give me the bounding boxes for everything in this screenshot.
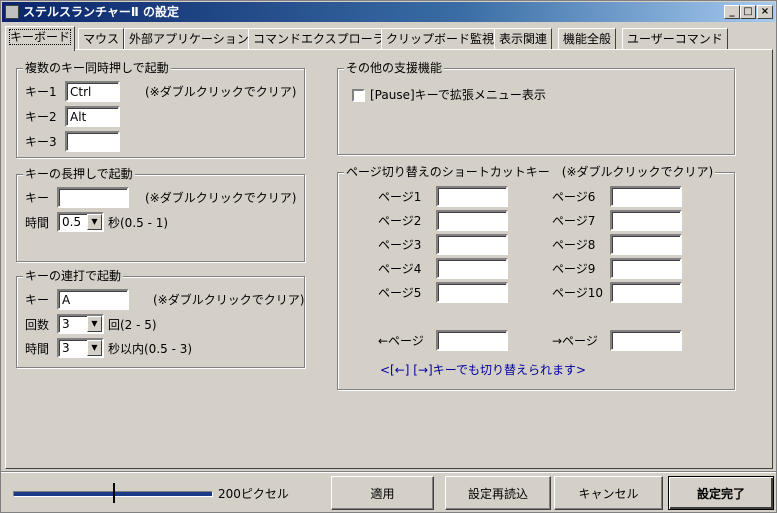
key3-label: キー3: [25, 135, 57, 149]
tab-external-apps[interactable]: 外部アプリケーション: [124, 28, 254, 50]
tab-display[interactable]: 表示関連: [494, 28, 553, 50]
page6-label: ページ6: [552, 190, 596, 204]
chevron-down-icon[interactable]: ▼: [87, 340, 102, 356]
page2-label: ページ2: [378, 214, 422, 228]
tab-keyboard[interactable]: キーボード: [5, 26, 76, 51]
page9-field[interactable]: [610, 258, 682, 279]
prev-page-label: ←ページ: [378, 334, 424, 348]
long-press-key-field[interactable]: [57, 187, 129, 208]
maximize-button[interactable]: □: [740, 5, 756, 19]
title-bar: ステルスランチャーⅡ の設定 _ □ ×: [2, 2, 775, 22]
cancel-button[interactable]: キャンセル: [554, 476, 663, 510]
multi-key-title: 複数のキー同時押しで起動: [23, 61, 171, 75]
rapid-press-note: (※ダブルクリックでクリア): [153, 293, 305, 307]
arrow-key-hint: <[←] [→]キーでも切り替えられます>: [380, 363, 587, 377]
tab-command-explorer[interactable]: コマンドエクスプローラ: [248, 28, 390, 50]
prev-page-field[interactable]: [436, 330, 508, 351]
multi-key-group: 複数のキー同時押しで起動 キー1 Ctrl (※ダブルクリックでクリア) キー2…: [16, 61, 305, 158]
tab-clipboard[interactable]: クリップボード監視: [381, 28, 500, 50]
page3-field[interactable]: [436, 234, 508, 255]
next-page-field[interactable]: [610, 330, 682, 351]
page2-field[interactable]: [436, 210, 508, 231]
tab-mouse[interactable]: マウス: [78, 28, 125, 50]
long-press-group: キーの長押しで起動 キー (※ダブルクリックでクリア) 時間 0.5 ▼ 秒(0…: [16, 167, 305, 262]
rapid-press-time-value: 3: [62, 341, 70, 355]
app-icon: [5, 5, 19, 19]
key1-label: キー1: [25, 85, 57, 99]
page6-field[interactable]: [610, 186, 682, 207]
page8-field[interactable]: [610, 234, 682, 255]
minimize-button[interactable]: _: [724, 5, 740, 19]
width-slider-thumb[interactable]: [113, 483, 115, 503]
apply-button[interactable]: 適用: [331, 476, 434, 510]
long-press-note: (※ダブルクリックでクリア): [145, 191, 297, 205]
page-shortcut-group: ページ切り替えのショートカットキー (※ダブルクリックでクリア) ページ1 ペー…: [337, 165, 735, 390]
page9-label: ページ9: [552, 262, 596, 276]
page4-field[interactable]: [436, 258, 508, 279]
rapid-press-group: キーの連打で起動 キー A (※ダブルクリックでクリア) 回数 3 ▼ 回(2 …: [16, 269, 305, 368]
long-press-time-label: 時間: [25, 216, 50, 230]
tab-general[interactable]: 機能全般: [558, 28, 617, 50]
page7-label: ページ7: [552, 214, 596, 228]
page3-label: ページ3: [378, 238, 422, 252]
window-title: ステルスランチャーⅡ の設定: [23, 5, 179, 19]
rapid-press-key-label: キー: [25, 293, 50, 307]
page8-label: ページ8: [552, 238, 596, 252]
page7-field[interactable]: [610, 210, 682, 231]
next-page-label: →ページ: [552, 334, 598, 348]
rapid-press-count-select[interactable]: 3 ▼: [57, 314, 104, 334]
rapid-press-time-unit: 秒以内(0.5 - 3): [108, 342, 193, 356]
settings-window: ステルスランチャーⅡ の設定 _ □ × キーボード マウス 外部アプリケーショ…: [0, 0, 777, 513]
rapid-press-count-value: 3: [62, 317, 70, 331]
tab-panel-keyboard: 複数のキー同時押しで起動 キー1 Ctrl (※ダブルクリックでクリア) キー2…: [5, 49, 773, 469]
long-press-key-label: キー: [25, 191, 50, 205]
tab-user-command[interactable]: ユーザーコマンド: [622, 28, 728, 50]
rapid-press-key-field[interactable]: A: [57, 289, 129, 310]
key3-field[interactable]: [65, 131, 120, 152]
other-features-title: その他の支援機能: [344, 61, 445, 75]
pause-menu-label[interactable]: [Pause]キーで拡張メニュー表示: [370, 87, 546, 103]
ok-button[interactable]: 設定完了: [668, 476, 774, 510]
width-slider-value: 200ピクセル: [218, 487, 289, 501]
chevron-down-icon[interactable]: ▼: [87, 316, 102, 332]
long-press-title: キーの長押しで起動: [23, 167, 135, 181]
key2-field[interactable]: Alt: [65, 106, 120, 127]
chevron-down-icon[interactable]: ▼: [87, 214, 102, 230]
other-features-group: その他の支援機能 [Pause]キーで拡張メニュー表示: [337, 61, 735, 155]
page-shortcut-title: ページ切り替えのショートカットキー (※ダブルクリックでクリア): [344, 165, 716, 179]
multi-key-note: (※ダブルクリックでクリア): [145, 85, 297, 99]
tab-keyboard-label: キーボード: [8, 29, 72, 45]
key2-label: キー2: [25, 110, 57, 124]
reload-button[interactable]: 設定再読込: [445, 476, 551, 510]
page1-field[interactable]: [436, 186, 508, 207]
rapid-press-time-select[interactable]: 3 ▼: [57, 338, 104, 358]
close-button[interactable]: ×: [757, 5, 773, 19]
long-press-time-select[interactable]: 0.5 ▼: [57, 212, 104, 232]
page4-label: ページ4: [378, 262, 422, 276]
rapid-press-time-label: 時間: [25, 342, 50, 356]
page5-label: ページ5: [378, 286, 422, 300]
rapid-press-count-label: 回数: [25, 318, 50, 332]
page1-label: ページ1: [378, 190, 422, 204]
footer-separator: [1, 471, 776, 473]
rapid-press-title: キーの連打で起動: [23, 269, 124, 283]
long-press-time-unit: 秒(0.5 - 1): [108, 216, 169, 230]
page10-field[interactable]: [610, 282, 682, 303]
pause-menu-checkbox[interactable]: [352, 89, 365, 102]
key1-field[interactable]: Ctrl: [65, 81, 120, 102]
long-press-time-value: 0.5: [62, 215, 82, 229]
rapid-press-count-unit: 回(2 - 5): [108, 318, 157, 332]
page10-label: ページ10: [552, 286, 604, 300]
page5-field[interactable]: [436, 282, 508, 303]
